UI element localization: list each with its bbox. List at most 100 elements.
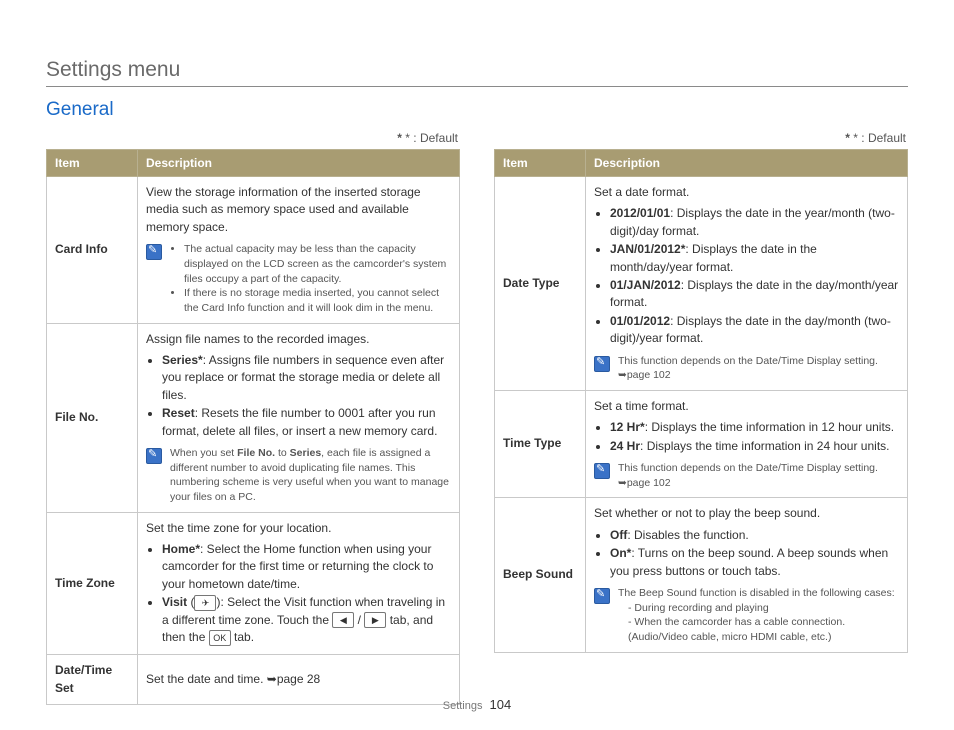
item-file-no: File No. xyxy=(47,323,138,512)
bold-term: Series xyxy=(290,447,322,459)
option-label: 24 Hr xyxy=(610,439,640,453)
list-item: Visit (✈): Select the Visit function whe… xyxy=(162,594,451,646)
default-legend-text: * : Default xyxy=(853,131,906,145)
desc-file-no: Assign file names to the recorded images… xyxy=(138,323,460,512)
arrow-left-icon: ◀ xyxy=(332,612,354,628)
item-date-type: Date Type xyxy=(495,177,586,391)
page-ref: page 102 xyxy=(627,477,671,489)
option-text: : Select the Home function when using yo… xyxy=(162,542,433,591)
intro-text: View the storage information of the inse… xyxy=(146,185,421,234)
list-item: 01/01/2012: Displays the date in the day… xyxy=(610,313,899,348)
note-text: The actual capacity may be less than the… xyxy=(170,242,451,315)
list-item: 12 Hr*: Displays the time information in… xyxy=(610,419,899,436)
option-list: Series*: Assigns file numbers in sequenc… xyxy=(146,352,451,440)
note-list-item: If there is no storage media inserted, y… xyxy=(184,286,451,315)
page-title: Settings menu xyxy=(46,58,908,82)
table-row: Date Type Set a date format. 2012/01/01:… xyxy=(495,177,908,391)
option-label: Home* xyxy=(162,542,200,556)
note-icon xyxy=(594,356,610,372)
title-divider xyxy=(46,86,908,87)
item-time-zone: Time Zone xyxy=(47,512,138,655)
option-label: 01/01/2012 xyxy=(610,314,670,328)
option-list: 12 Hr* : Displays the time information in… xyxy=(594,419,899,455)
option-list: Off: Disables the function. On*: Turns o… xyxy=(594,527,899,580)
list-item: Series*: Assigns file numbers in sequenc… xyxy=(162,352,451,404)
page-ref: page 102 xyxy=(627,369,671,381)
default-legend: * * : Default xyxy=(494,131,908,145)
col-header-item: Item xyxy=(47,150,138,177)
desc-date-type: Set a date format. 2012/01/01: Displays … xyxy=(586,177,908,391)
table-row: Card Info View the storage information o… xyxy=(47,177,460,324)
intro-text: Assign file names to the recorded images… xyxy=(146,332,369,346)
option-label: 2012/01/01 xyxy=(610,206,670,220)
intro-text: Set a time format. xyxy=(594,399,689,413)
footer-section: Settings xyxy=(443,700,483,712)
content-columns: * * : Default Item Description Card Info… xyxy=(46,131,908,705)
note-icon xyxy=(146,244,162,260)
desc-time-type: Set a time format. 12 Hr* : Displays the … xyxy=(586,390,908,498)
note-sub-line: - During recording and playing xyxy=(628,601,899,616)
table-row: File No. Assign file names to the record… xyxy=(47,323,460,512)
note-body: This function depends on the Date/Time D… xyxy=(618,462,878,474)
table-row: Time Zone Set the time zone for your loc… xyxy=(47,512,460,655)
list-item: JAN/01/2012*: Displays the date in the m… xyxy=(610,241,899,276)
settings-table-right: Item Description Date Type Set a date fo… xyxy=(494,149,908,653)
default-legend: * * : Default xyxy=(46,131,460,145)
note-box: This function depends on the Date/Time D… xyxy=(594,354,899,383)
note-icon xyxy=(594,588,610,604)
option-label: JAN/01/2012* xyxy=(610,242,685,256)
note-text: This function depends on the Date/Time D… xyxy=(618,461,878,490)
list-item: Off: Disables the function. xyxy=(610,527,899,544)
item-time-type: Time Type xyxy=(495,390,586,498)
desc-time-zone: Set the time zone for your location. Hom… xyxy=(138,512,460,655)
footer-page-number: 104 xyxy=(490,697,512,712)
option-list: Home*: Select the Home function when usi… xyxy=(146,541,451,646)
ok-icon: OK xyxy=(209,630,231,646)
option-label: 12 Hr* xyxy=(610,420,645,434)
item-card-info: Card Info xyxy=(47,177,138,324)
option-text: : Displays the time information in 24 ho… xyxy=(640,439,889,453)
note-box: This function depends on the Date/Time D… xyxy=(594,461,899,490)
option-text: : Assigns file numbers in sequence even … xyxy=(162,353,444,402)
col-header-desc: Description xyxy=(586,150,908,177)
list-item: Reset: Resets the file number to 0001 af… xyxy=(162,405,451,440)
option-text: ( xyxy=(187,595,194,609)
option-text: : Turns on the beep sound. A beep sounds… xyxy=(610,546,888,577)
note-box: The actual capacity may be less than the… xyxy=(146,242,451,315)
document-page: Settings menu General * * : Default Item… xyxy=(0,0,954,730)
note-body: The Beep Sound function is disabled in t… xyxy=(618,587,895,599)
note-icon xyxy=(146,448,162,464)
page-ref-icon: ➥ xyxy=(267,671,277,688)
item-beep-sound: Beep Sound xyxy=(495,498,586,652)
note-icon xyxy=(594,463,610,479)
settings-table-left: Item Description Card Info View the stor… xyxy=(46,149,460,705)
option-label: 01/JAN/2012 xyxy=(610,278,681,292)
note-text: This function depends on the Date/Time D… xyxy=(618,354,878,383)
note-box: When you set File No. to Series, each fi… xyxy=(146,446,451,505)
desc-beep-sound: Set whether or not to play the beep soun… xyxy=(586,498,908,652)
option-label: Visit xyxy=(162,595,187,609)
note-sub-line: - When the camcorder has a cable connect… xyxy=(628,615,899,644)
arrow-right-icon: ▶ xyxy=(364,612,386,628)
list-item: Home*: Select the Home function when usi… xyxy=(162,541,451,593)
page-footer: Settings 104 xyxy=(0,697,954,712)
option-list: 2012/01/01: Displays the date in the yea… xyxy=(594,205,899,347)
intro-text: Set the time zone for your location. xyxy=(146,521,331,535)
table-row: Beep Sound Set whether or not to play th… xyxy=(495,498,908,652)
default-legend-text: * : Default xyxy=(405,131,458,145)
list-item: On*: Turns on the beep sound. A beep sou… xyxy=(610,545,899,580)
option-text: tab. xyxy=(231,630,254,644)
intro-text: Set the date and time. xyxy=(146,672,267,686)
right-column: * * : Default Item Description Date Type… xyxy=(494,131,908,705)
visit-icon: ✈ xyxy=(194,595,216,611)
page-ref-icon: ➥ xyxy=(618,476,627,491)
bold-term: File No. xyxy=(237,447,275,459)
option-text: : Resets the file number to 0001 after y… xyxy=(162,406,437,437)
note-text: When you set File No. to Series, each fi… xyxy=(170,446,451,505)
intro-text: Set a date format. xyxy=(594,185,689,199)
page-ref: page 28 xyxy=(277,672,320,686)
left-column: * * : Default Item Description Card Info… xyxy=(46,131,460,705)
note-text: The Beep Sound function is disabled in t… xyxy=(618,586,899,645)
intro-text: Set whether or not to play the beep soun… xyxy=(594,506,820,520)
section-heading: General xyxy=(46,99,908,121)
